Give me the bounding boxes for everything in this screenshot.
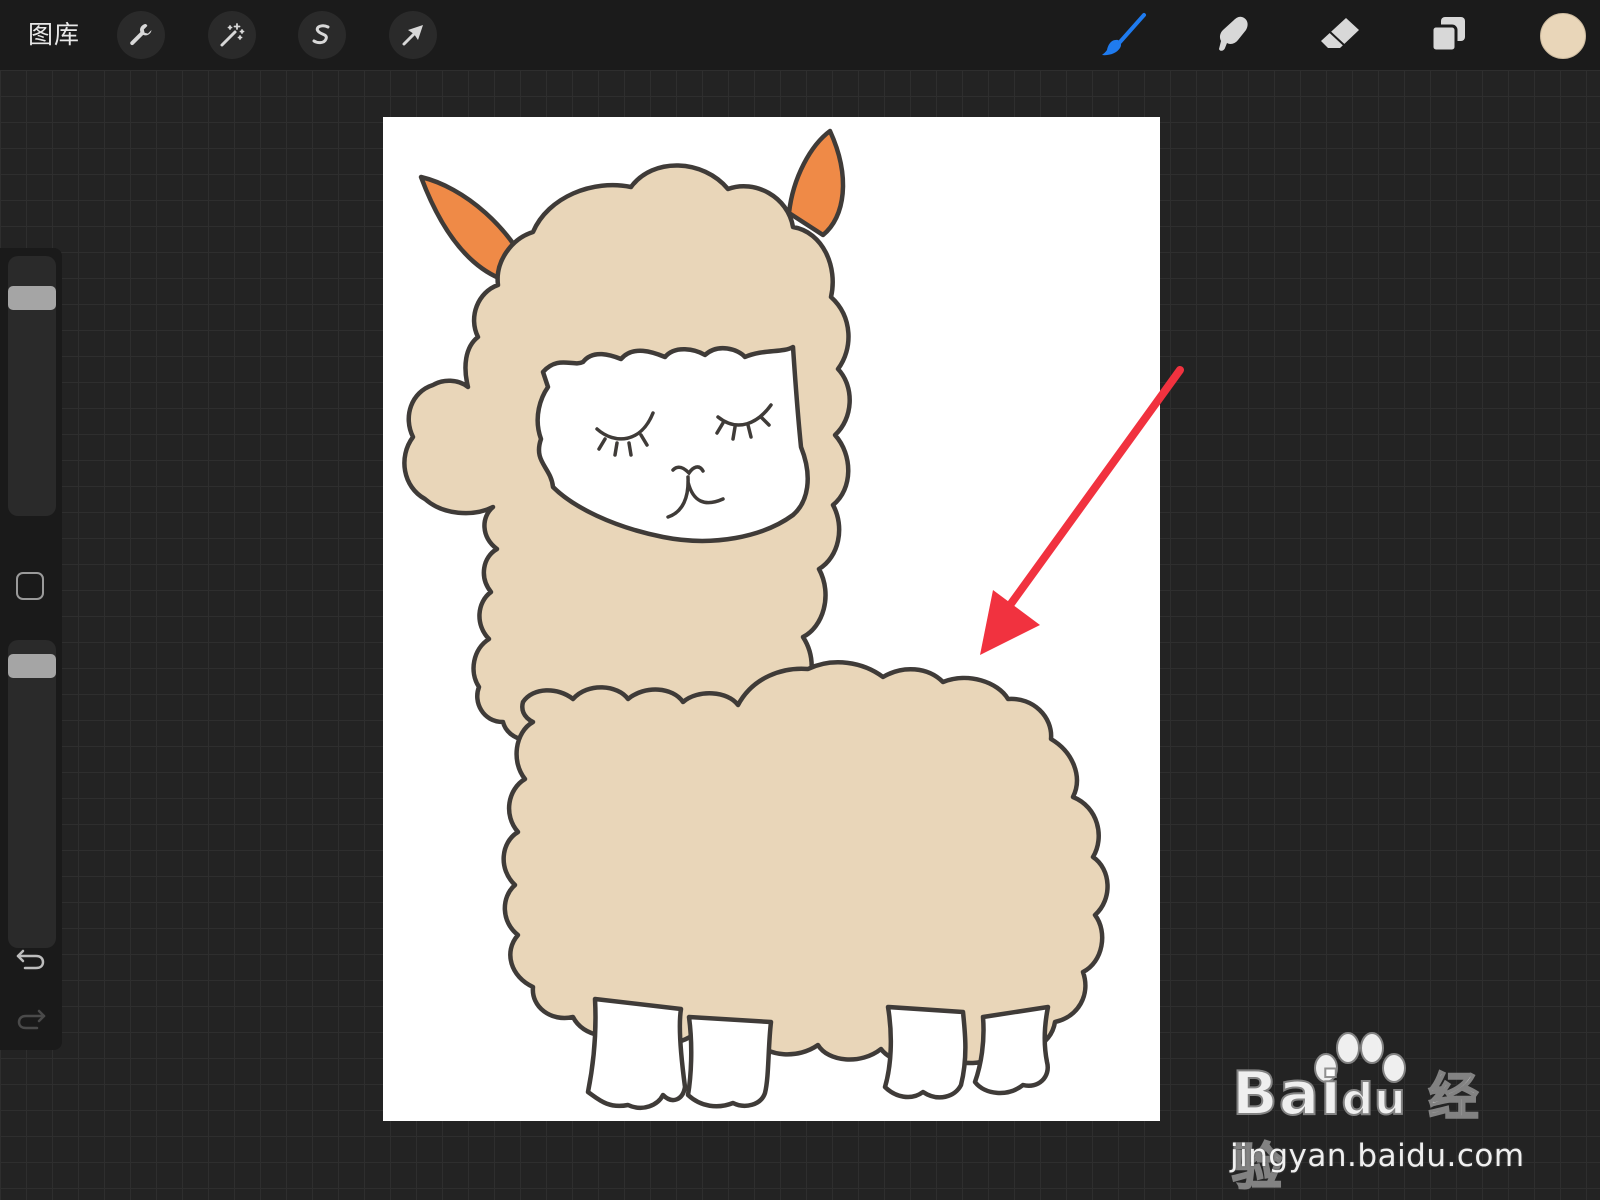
annotation-arrow [980,366,1184,655]
baidu-watermark: Baidu 经验 jingyan.baidu.com [1220,1028,1524,1197]
watermark-url: jingyan.baidu.com [1230,1138,1525,1174]
brand-du: du [1341,1073,1407,1126]
watermark-brand: Baidu 经验 [1231,1059,1520,1199]
brand-bai: Bai [1231,1059,1342,1129]
